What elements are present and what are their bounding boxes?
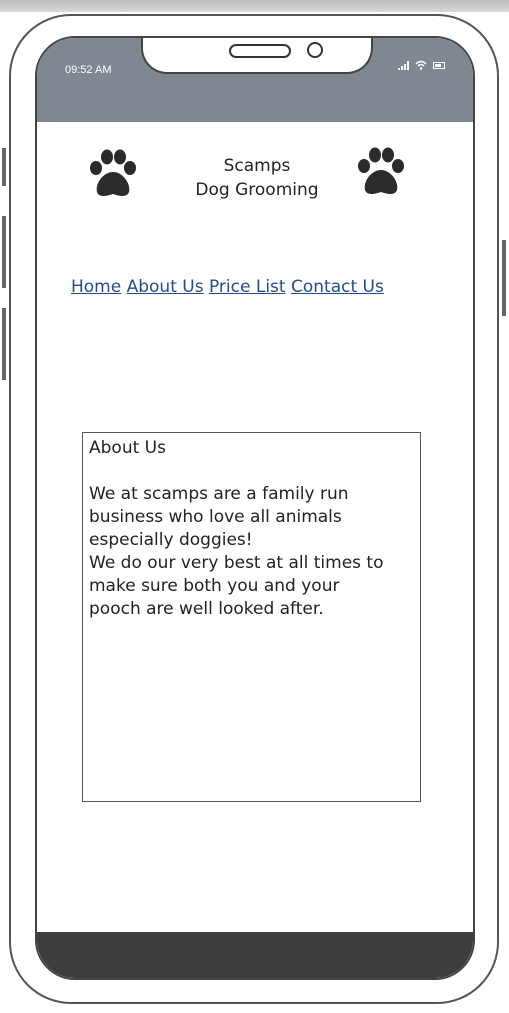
nav-link-about-us[interactable]: About Us <box>127 277 204 297</box>
about-text-line: pooch are well looked after. <box>89 599 324 619</box>
nav-link-contact-us[interactable]: Contact Us <box>291 277 384 297</box>
nav-link-home[interactable]: Home <box>71 277 121 297</box>
paw-print-icon <box>358 147 404 194</box>
nav-link-price-list[interactable]: Price List <box>209 277 286 297</box>
about-text-line: We at scamps are a family run <box>89 484 349 504</box>
brand-line-1: Scamps <box>223 156 291 176</box>
bottom-bar <box>37 932 473 978</box>
about-text-line: business who love all animals <box>89 507 342 527</box>
wifi-icon <box>415 60 427 70</box>
silent-switch <box>2 148 6 186</box>
about-heading: About Us <box>89 438 166 458</box>
paw-print-icon <box>90 149 136 196</box>
about-text-line: especially doggies! <box>89 530 253 550</box>
power-button <box>502 240 506 316</box>
about-text-line: We do our very best at all times to <box>89 553 384 573</box>
volume-up-button <box>2 216 6 288</box>
battery-icon <box>433 61 445 69</box>
main-navigation: Home About Us Price List Contact Us <box>71 277 443 297</box>
signal-bars-icon <box>398 60 409 70</box>
phone-notch <box>141 38 373 74</box>
speaker-icon <box>229 44 291 58</box>
brand-title: Scamps Dog Grooming <box>157 154 357 202</box>
brand-line-2: Dog Grooming <box>195 180 319 200</box>
volume-down-button <box>2 308 6 380</box>
camera-icon <box>307 42 323 58</box>
window-top-strip <box>0 0 509 12</box>
system-icons <box>398 60 445 70</box>
phone-screen: 09:52 AM Scamps Dog Grooming Home About … <box>35 36 475 980</box>
about-us-panel: About Us We at scamps are a family run b… <box>82 432 421 802</box>
status-time: 09:52 AM <box>65 64 112 76</box>
about-text-line: make sure both you and your <box>89 576 340 596</box>
